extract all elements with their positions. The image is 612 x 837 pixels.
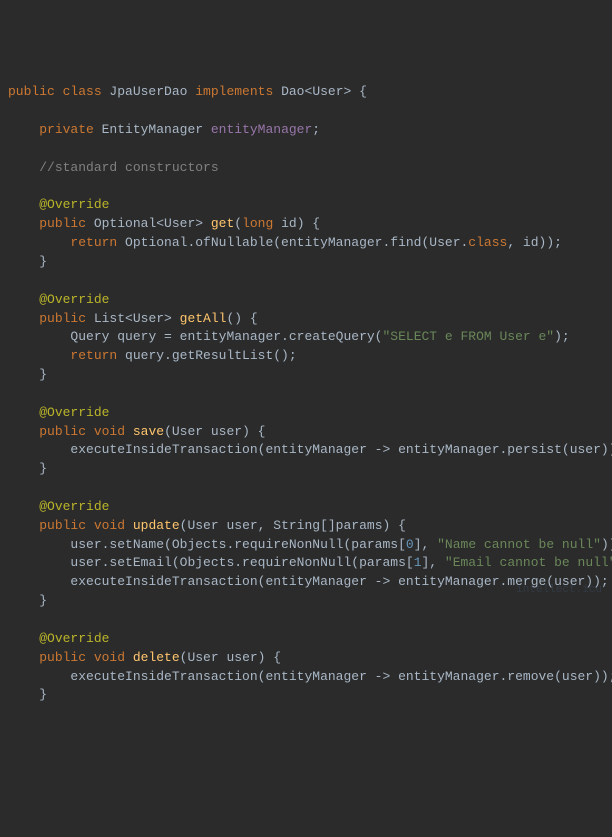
keyword: public [39, 216, 86, 231]
code-text: )); [601, 537, 612, 552]
blank-line [8, 141, 16, 156]
indent [8, 518, 39, 533]
brace: } [39, 367, 47, 382]
keyword: return [70, 235, 117, 250]
indent [8, 235, 70, 250]
keyword: class [468, 235, 507, 250]
code-text: executeInsideTransaction(entityManager -… [70, 442, 612, 457]
indent [8, 329, 70, 344]
type: EntityManager [94, 122, 211, 137]
indent [8, 574, 70, 589]
code-text: ); [554, 329, 570, 344]
indent [8, 292, 39, 307]
return-type: Optional<User> [86, 216, 211, 231]
interface-name: Dao [273, 84, 304, 99]
method-name: delete [125, 650, 180, 665]
indent [8, 367, 39, 382]
code-text: (User user) { [164, 424, 265, 439]
blank-line [8, 386, 16, 401]
annotation: @Override [39, 499, 109, 514]
code-text: query.getResultList(); [117, 348, 296, 363]
indent [8, 424, 39, 439]
indent [8, 348, 70, 363]
keyword: public void [39, 424, 125, 439]
indent [8, 122, 39, 137]
code-text: () { [226, 311, 257, 326]
indent [8, 461, 39, 476]
code-text: query = entityManager.createQuery( [117, 329, 382, 344]
keyword: implements [187, 84, 273, 99]
field-name: entityManager [211, 122, 312, 137]
keyword: public [39, 311, 86, 326]
indent [8, 197, 39, 212]
indent [8, 405, 39, 420]
string-literal: "Email cannot be null" [445, 555, 612, 570]
indent [8, 442, 70, 457]
code-text: , id)); [507, 235, 562, 250]
keyword: public class [8, 84, 102, 99]
code-text: executeInsideTransaction(entityManager -… [70, 669, 612, 684]
annotation: @Override [39, 631, 109, 646]
return-type: List<User> [86, 311, 180, 326]
indent [8, 631, 39, 646]
blank-line [8, 103, 16, 118]
brace: } [39, 593, 47, 608]
code-text: ], [422, 555, 445, 570]
string-literal: "SELECT e FROM User e" [382, 329, 554, 344]
method-name: update [125, 518, 180, 533]
code-text: (User user) { [180, 650, 281, 665]
type: Query [70, 329, 117, 344]
brace: } [39, 461, 47, 476]
keyword: return [70, 348, 117, 363]
number-literal: 1 [414, 555, 422, 570]
paren: ( [234, 216, 242, 231]
keyword: public void [39, 518, 125, 533]
indent [8, 687, 39, 702]
blank-line [8, 179, 16, 194]
indent [8, 311, 39, 326]
generic-type: User [312, 84, 343, 99]
brace: { [351, 84, 367, 99]
indent [8, 216, 39, 231]
number-literal: 0 [406, 537, 414, 552]
brace: } [39, 254, 47, 269]
blank-line [8, 612, 16, 627]
keyword: public void [39, 650, 125, 665]
method-name: save [125, 424, 164, 439]
annotation: @Override [39, 197, 109, 212]
code-text: user.setName(Objects.requireNonNull(para… [70, 537, 405, 552]
code-text: ], [414, 537, 437, 552]
semicolon: ; [312, 122, 320, 137]
indent [8, 669, 70, 684]
code-block: public class JpaUserDao implements Dao<U… [8, 83, 612, 705]
code-text: (User user, String[]params) { [180, 518, 406, 533]
blank-line [8, 480, 16, 495]
brace: } [39, 687, 47, 702]
indent [8, 499, 39, 514]
comment: //standard constructors [39, 160, 218, 175]
indent [8, 593, 39, 608]
param: id) { [273, 216, 320, 231]
code-text: executeInsideTransaction(entityManager -… [70, 574, 608, 589]
annotation: @Override [39, 292, 109, 307]
indent [8, 160, 39, 175]
indent [8, 254, 39, 269]
code-text: user.setEmail(Objects.requireNonNull(par… [70, 555, 413, 570]
indent [8, 537, 70, 552]
indent [8, 555, 70, 570]
class-name: JpaUserDao [102, 84, 188, 99]
indent [8, 650, 39, 665]
keyword: long [242, 216, 273, 231]
string-literal: "Name cannot be null" [437, 537, 601, 552]
annotation: @Override [39, 405, 109, 420]
keyword: private [39, 122, 94, 137]
blank-line [8, 273, 16, 288]
method-name: get [211, 216, 234, 231]
code-text: Optional.ofNullable(entityManager.find(U… [117, 235, 468, 250]
method-name: getAll [180, 311, 227, 326]
